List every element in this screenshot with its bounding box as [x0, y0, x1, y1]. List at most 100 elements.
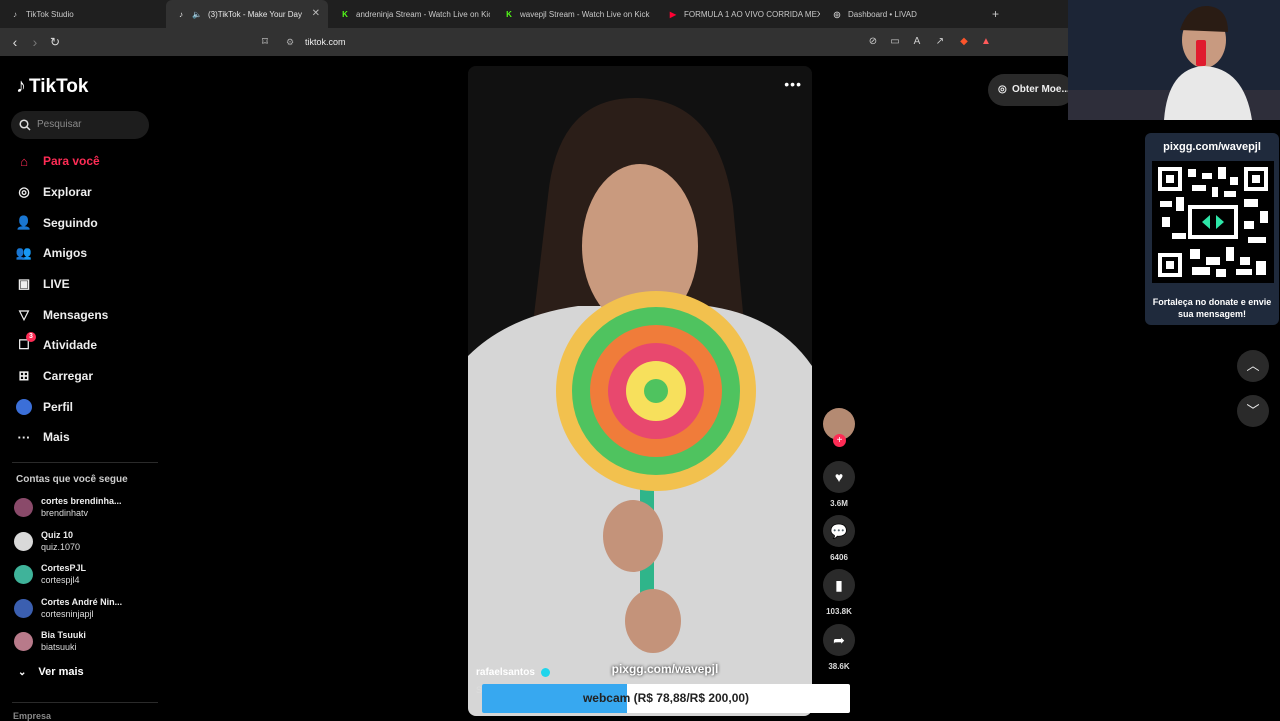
brave-rewards-icon[interactable]: ▲ [979, 35, 993, 49]
tiktok-icon: ♪ [13, 9, 17, 19]
tab-title: wavepjl Stream - Watch Live on Kick [520, 9, 650, 19]
followed-account[interactable]: Quiz 10 quiz.1070 [14, 528, 154, 556]
kick-icon: K [506, 9, 512, 19]
tiktok-note-icon: ♪ [16, 75, 26, 97]
tab-andreninja-kick[interactable]: K andreninja Stream - Watch Live on Kick [330, 0, 490, 28]
comment-button[interactable]: 💬 6406 [823, 515, 855, 562]
url-text: tiktok.com [305, 37, 346, 47]
browser-tab-bar: ♪ TikTok Studio ♪ 🔈 (3)TikTok - Make You… [0, 0, 1068, 28]
goal-label: webcam (R$ 78,88/R$ 200,00) [582, 691, 750, 705]
get-coins-button[interactable]: ◎ Obter Moe... [988, 74, 1074, 106]
nav-label: Amigos [43, 246, 88, 260]
account-name: Cortes André Nin... [41, 597, 123, 607]
upload-icon: ⊞ [18, 368, 30, 383]
avatar [14, 599, 33, 618]
comment-count: 6406 [830, 553, 848, 562]
logo-text: TikTok [29, 75, 89, 97]
nav-mais[interactable]: ··· Mais [16, 426, 70, 448]
account-name: Quiz 10 [41, 530, 74, 540]
followed-account[interactable]: cortes brendinha... brendinhatv [14, 494, 154, 522]
tab-title: (3)TikTok - Make Your Day [208, 9, 302, 19]
profile-avatar [16, 399, 32, 415]
account-handle: biatsuuki [41, 642, 77, 652]
chevron-down-icon: ⌄ [18, 666, 27, 678]
nav-mensagens[interactable]: ▽ Mensagens [16, 304, 108, 326]
coin-icon: ◎ [998, 84, 1007, 95]
activity-icon: ☐ 3 [16, 332, 36, 353]
bookmark-page-icon[interactable]: ⌑ [256, 33, 274, 51]
nav-seguindo[interactable]: 👤 Seguindo [16, 212, 98, 234]
pix-card-title: pixgg.com/wavepjl [1163, 141, 1261, 153]
brave-shield-icon[interactable]: ◆ [957, 35, 971, 49]
comment-icon: 💬 [823, 515, 855, 547]
nav-label: Carregar [43, 369, 94, 383]
get-coins-label: Obter Moe... [1012, 84, 1070, 95]
like-button[interactable]: ♥ 3.6M [823, 461, 855, 508]
account-handle: quiz.1070 [41, 542, 81, 552]
tab-formula1-youtube[interactable]: ▶ FORMULA 1 AO VIVO CORRIDA MEX [658, 0, 820, 28]
sidebar-divider [12, 462, 158, 463]
share-page-icon[interactable]: ↗ [933, 35, 947, 49]
messages-icon: ▽ [19, 307, 29, 322]
tab-livad-dashboard[interactable]: ◎ Dashboard • LIVAD [822, 0, 982, 28]
save-button[interactable]: ▮ 103.8K [823, 569, 855, 616]
next-video-button[interactable]: ﹀ [1237, 395, 1269, 427]
account-handle: cortespjl4 [41, 575, 80, 585]
follow-plus-icon[interactable]: + [833, 434, 846, 447]
translate-icon[interactable]: A [910, 35, 924, 49]
creator-avatar-button[interactable]: + [823, 408, 855, 447]
tab-wavepjl-kick[interactable]: K wavepjl Stream - Watch Live on Kick [494, 0, 654, 28]
close-icon[interactable]: ✕ [312, 8, 320, 19]
nav-label: Mais [43, 430, 70, 444]
avatar [14, 498, 33, 517]
save-count: 103.8K [826, 607, 852, 616]
back-icon[interactable]: ‹ [6, 33, 24, 51]
following-section-title: Contas que você segue [16, 474, 128, 485]
followed-account[interactable]: Cortes André Nin... cortesninjapjl [14, 595, 154, 623]
live-icon: ▣ [17, 276, 31, 291]
donation-goal-bar: webcam (R$ 78,88/R$ 200,00) [482, 684, 850, 713]
cast-icon[interactable]: ▭ [888, 35, 902, 49]
home-icon: ⌂ [20, 153, 28, 169]
nav-perfil[interactable]: Perfil [16, 396, 73, 418]
search-input[interactable]: Pesquisar [11, 111, 149, 139]
video-player[interactable]: ••• rafaelsantos S [468, 66, 812, 716]
see-more-label: Ver mais [38, 666, 84, 678]
tab-tiktok-studio[interactable]: ♪ TikTok Studio [0, 0, 166, 28]
reload-icon[interactable]: ↻ [46, 33, 64, 51]
tiktok-logo[interactable]: ♪ TikTok [16, 75, 88, 98]
nav-carregar[interactable]: ⊞ Carregar [16, 365, 93, 387]
more-options-icon[interactable]: ••• [784, 76, 802, 92]
see-more-button[interactable]: ⌄ Ver mais [18, 666, 84, 678]
account-handle: brendinhatv [41, 508, 89, 518]
nav-live[interactable]: ▣ LIVE [16, 273, 70, 295]
more-icon: ··· [17, 429, 31, 445]
tab-title: FORMULA 1 AO VIVO CORRIDA MEX [684, 9, 820, 19]
speaker-icon[interactable]: 🔈 [192, 9, 202, 19]
new-tab-button[interactable]: + [986, 0, 1010, 28]
nav-para-voce[interactable]: ⌂ Para você [16, 150, 100, 172]
nav-label: Para você [43, 154, 100, 168]
nav-atividade[interactable]: ☐ 3 Atividade [16, 332, 98, 356]
followed-account[interactable]: CortesPJL cortespjl4 [14, 561, 154, 589]
forward-icon[interactable]: › [26, 33, 44, 51]
friends-icon: 👥 [15, 245, 33, 260]
nav-explorar[interactable]: ◎ Explorar [16, 181, 91, 203]
notification-badge: 3 [26, 332, 36, 342]
bookmark-icon: ▮ [823, 569, 855, 601]
chevron-up-icon: ︿ [1246, 358, 1260, 373]
tab-tiktok-make-your-day[interactable]: ♪ 🔈 (3)TikTok - Make Your Day ✕ [166, 0, 328, 28]
nav-label: LIVE [43, 277, 70, 291]
qr-code [1152, 161, 1274, 283]
site-info-icon[interactable]: ⚙ [286, 32, 294, 52]
nav-label: Atividade [43, 338, 98, 352]
nav-amigos[interactable]: 👥 Amigos [16, 242, 87, 264]
followed-account[interactable]: Bia Tsuuki biatsuuki [14, 628, 154, 656]
livad-icon: ◎ [833, 9, 841, 19]
nav-label: Mensagens [43, 308, 109, 322]
previous-video-button[interactable]: ︿ [1237, 350, 1269, 382]
eye-off-icon[interactable]: ⊘ [866, 35, 880, 49]
nav-label: Seguindo [43, 216, 98, 230]
avatar [14, 532, 33, 551]
nav-label: Perfil [43, 400, 74, 414]
